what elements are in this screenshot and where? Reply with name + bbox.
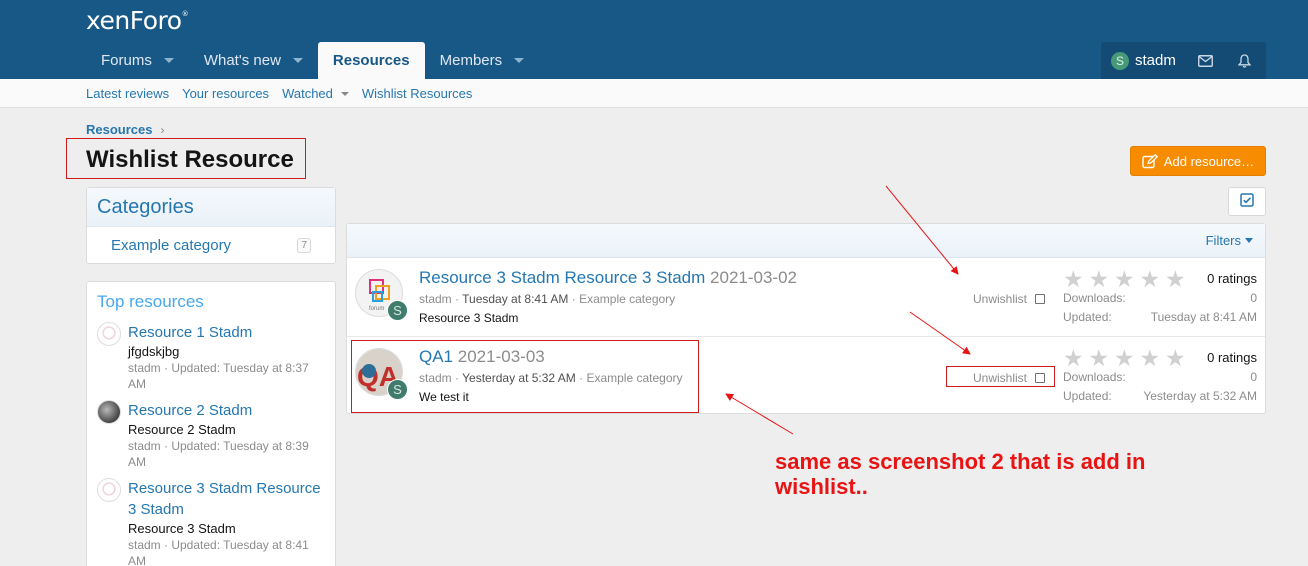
resource-thumbnail[interactable]	[97, 322, 121, 346]
top-resource-desc: Resource 2 Stadm	[128, 422, 236, 437]
resource-meta: stadm · Tuesday at 8:41 AM · Example cat…	[419, 292, 676, 306]
star-icon: ★	[1165, 266, 1186, 292]
top-resource-title[interactable]: Resource 2 Stadm	[128, 400, 325, 421]
filters-bar: Filters	[347, 224, 1265, 258]
subnav-watched[interactable]: Watched	[282, 86, 349, 101]
add-resource-button[interactable]: Add resource…	[1130, 146, 1266, 176]
top-resource-title[interactable]: Resource 3 Stadm Resource 3 Stadm	[128, 478, 325, 520]
pencil-square-icon	[1142, 153, 1158, 169]
resource-tagline: Resource 3 Stadm	[419, 311, 519, 325]
list-item: Resource 3 Stadm Resource 3 Stadm Resour…	[87, 474, 335, 566]
nav-tab-resources[interactable]: Resources	[317, 42, 425, 79]
star-icon: ★	[1114, 345, 1135, 371]
chevron-down-icon[interactable]	[163, 58, 174, 63]
list-item: Resource 1 Stadm jfgdskjbg stadm · Updat…	[87, 318, 335, 396]
star-icon: ★	[1139, 266, 1161, 292]
updated-stat: Updated: Yesterday at 5:32 AM	[1063, 389, 1257, 403]
ratings-count: 0 ratings	[1207, 350, 1257, 365]
avatar: S	[1111, 51, 1129, 70]
resource-thumbnail[interactable]	[97, 478, 121, 502]
chevron-right-icon: ›	[160, 122, 165, 137]
downloads-stat: Downloads: 0	[1063, 370, 1257, 384]
site-logo[interactable]: xenForo®	[86, 6, 189, 35]
rating-stars: ★ ★ ★ ★ ★	[1063, 346, 1191, 370]
top-resources-title: Top resources	[97, 292, 204, 311]
top-resources-block: Top resources Resource 1 Stadm jfgdskjbg…	[86, 281, 336, 566]
top-resource-meta: stadm · Updated: Tuesday at 8:41 AM	[128, 538, 309, 566]
chevron-down-icon[interactable]	[340, 91, 349, 96]
envelope-icon[interactable]	[1186, 42, 1225, 79]
rating-stars: ★ ★ ★ ★ ★	[1063, 267, 1191, 291]
filters-button[interactable]: Filters	[1206, 233, 1253, 248]
category-count: 7	[297, 238, 311, 253]
resource-author[interactable]: stadm	[419, 292, 452, 306]
user-nav: S stadm	[1101, 42, 1266, 79]
chevron-down-icon	[1245, 238, 1253, 243]
nav-tab-whats-new[interactable]: What's new	[189, 42, 318, 79]
top-resource-title[interactable]: Resource 1 Stadm	[128, 322, 325, 343]
resource-row: forum S Resource 3 Stadm Resource 3 Stad…	[347, 258, 1265, 336]
resource-category[interactable]: Example category	[579, 292, 675, 306]
sub-nav: Latest reviews Your resources Watched Wi…	[0, 79, 1308, 108]
resource-title-link[interactable]: Resource 3 Stadm Resource 3 Stadm	[419, 268, 705, 287]
star-icon: ★	[1165, 345, 1186, 371]
top-resource-meta: stadm · Updated: Tuesday at 8:37 AM	[128, 361, 309, 391]
site-header: xenForo® Forums What's new Resources Mem…	[0, 0, 1308, 79]
star-icon: ★	[1139, 345, 1161, 371]
account-menu[interactable]: S stadm	[1101, 42, 1186, 79]
list-item: Resource 2 Stadm Resource 2 Stadm stadm …	[87, 396, 335, 474]
star-icon: ★	[1063, 266, 1084, 292]
chevron-down-icon[interactable]	[514, 58, 525, 63]
downloads-stat: Downloads: 0	[1063, 291, 1257, 305]
annotation-text: same as screenshot 2 that is add in wish…	[775, 449, 1146, 499]
annotation-box-qa1	[351, 340, 699, 413]
select-toggle-button[interactable]	[1228, 187, 1266, 216]
subnav-wishlist-resources[interactable]: Wishlist Resources	[362, 86, 473, 101]
resource-date: Tuesday at 8:41 AM	[462, 292, 569, 306]
top-resource-meta: stadm · Updated: Tuesday at 8:39 AM	[128, 439, 309, 469]
chevron-down-icon[interactable]	[292, 58, 303, 63]
categories-title: Categories	[87, 188, 335, 227]
breadcrumb: Resources ›	[86, 122, 164, 137]
resource-thumbnail[interactable]	[97, 400, 121, 424]
resource-version: 2021-03-02	[710, 268, 798, 287]
check-square-icon	[1240, 193, 1254, 210]
unwishlist-checkbox[interactable]	[1035, 294, 1046, 304]
nav-tab-forums[interactable]: Forums	[86, 42, 189, 79]
updated-stat: Updated: Tuesday at 8:41 AM	[1063, 310, 1257, 324]
star-icon: ★	[1088, 266, 1110, 292]
resource-title: Resource 3 Stadm Resource 3 Stadm 2021-0…	[419, 268, 797, 288]
star-icon: ★	[1114, 266, 1135, 292]
breadcrumb-resources[interactable]: Resources	[86, 122, 152, 137]
annotation-box-title	[66, 138, 306, 179]
star-icon: ★	[1088, 345, 1110, 371]
unwishlist-toggle[interactable]: Unwishlist	[973, 292, 1046, 306]
main-nav: Forums What's new Resources Members	[86, 42, 539, 79]
subnav-your-resources[interactable]: Your resources	[182, 86, 269, 101]
subnav-latest-reviews[interactable]: Latest reviews	[86, 86, 169, 101]
star-icon: ★	[1063, 345, 1084, 371]
nav-tab-members[interactable]: Members	[425, 42, 540, 79]
categories-block: Categories Example category 7	[86, 187, 336, 264]
ratings-count: 0 ratings	[1207, 271, 1257, 286]
top-resource-desc: jfgdskjbg	[128, 344, 180, 359]
annotation-box-unwishlist	[946, 366, 1055, 387]
top-resource-desc: Resource 3 Stadm	[128, 521, 236, 536]
category-item[interactable]: Example category 7	[87, 227, 335, 264]
bell-icon[interactable]	[1225, 42, 1264, 79]
svg-text:forum: forum	[369, 306, 384, 312]
username: stadm	[1135, 52, 1176, 69]
avatar[interactable]: S	[387, 300, 408, 321]
